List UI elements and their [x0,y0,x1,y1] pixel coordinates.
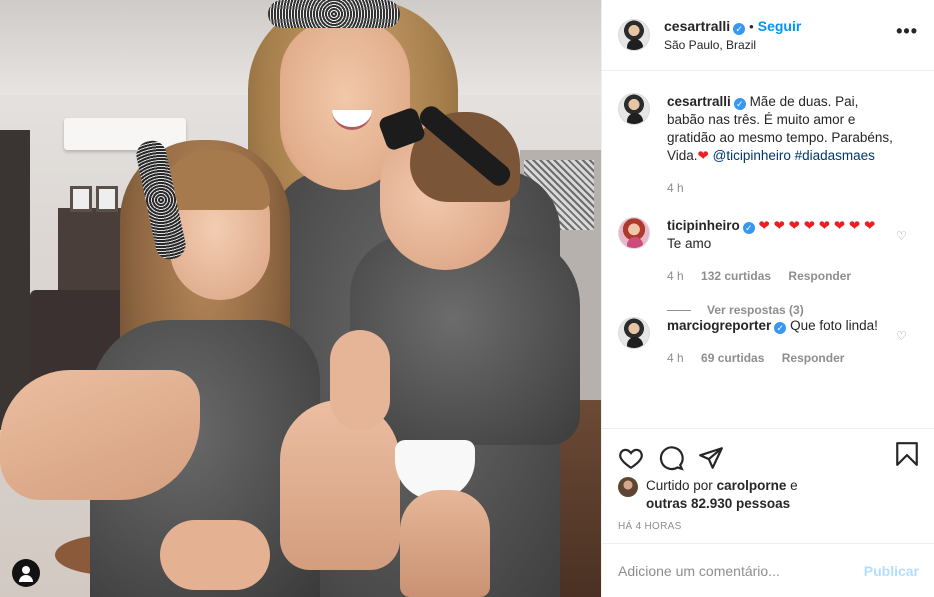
liked-by-prefix: Curtido por [646,478,713,493]
comment-like-heart-icon[interactable]: ♡ [896,229,908,243]
author-username[interactable]: cesartralli [664,18,730,34]
comment-input[interactable] [618,562,864,579]
comment-text: Que foto linda! [790,318,878,333]
caption-username[interactable]: cesartralli [667,94,731,109]
photo-baby-leg [280,400,400,570]
comment-username[interactable]: ticipinheiro [667,218,740,233]
verified-badge-icon: ✓ [733,98,746,110]
author-avatar[interactable] [618,19,650,51]
caption-mention-link[interactable]: @ticipinheiro [713,148,791,163]
photo-frame [96,186,118,212]
comment-likes-count[interactable]: 132 curtidas [701,269,771,283]
publish-button[interactable]: Publicar [864,563,919,579]
follow-button[interactable]: Seguir [758,18,802,34]
photo-baby-arm [330,330,390,430]
view-replies-label: Ver respostas (3) [707,303,804,317]
liked-by-conjunction: e [790,478,798,493]
comment-time[interactable]: 4 h [667,351,684,365]
share-send-icon[interactable] [698,445,724,471]
comment-item: marciogreporter ✓ Que foto linda! 4 h 69 … [618,317,918,367]
verified-badge-icon: ✓ [774,322,787,334]
caption-avatar[interactable] [618,93,650,125]
caption-time[interactable]: 4 h [667,181,684,195]
liker-avatar[interactable] [618,477,638,497]
more-options-icon[interactable]: ••• [896,22,918,40]
photo-air-conditioner [64,118,186,150]
comment-avatar[interactable] [618,217,650,249]
comments-list[interactable]: cesartralli ✓ Mãe de duas. Pai, babão nas… [602,71,934,429]
verified-badge-icon: ✓ [742,222,755,234]
hearts-emoji-icon: ❤ ❤ ❤ ❤ ❤ ❤ ❤ ❤ [758,218,876,233]
post-timestamp[interactable]: HÁ 4 HORAS [602,513,934,532]
post-header: cesartralli ✓ • Seguir São Paulo, Brazil ••… [602,0,934,71]
save-bookmark-icon[interactable] [894,441,920,467]
reply-button[interactable]: Responder [788,269,851,283]
heart-emoji-icon: ❤ [697,148,709,163]
likes-summary: Curtido por carolporne e outras 82.930 p… [602,477,934,513]
photo-girl-hand [160,520,270,590]
photo-baby-leg [400,490,490,597]
view-replies-button[interactable]: Ver respostas (3) [667,303,918,317]
like-heart-icon[interactable] [618,445,644,471]
caption: cesartralli ✓ Mãe de duas. Pai, babão nas… [618,93,918,197]
add-comment-bar: Publicar [602,543,934,597]
comment-likes-count[interactable]: 69 curtidas [701,351,764,365]
comment-bubble-icon[interactable] [658,445,684,471]
post-photo[interactable] [0,0,601,597]
post-sidebar: cesartralli ✓ • Seguir São Paulo, Brazil ••… [601,0,934,597]
comment-item: ticipinheiro ✓ ❤ ❤ ❤ ❤ ❤ ❤ ❤ ❤ Te amo 4 h… [618,217,918,285]
photo-frame [70,186,92,212]
verified-badge-icon: ✓ [733,23,746,35]
comment-text: Te amo [667,236,712,251]
post-location[interactable]: São Paulo, Brazil [664,38,801,52]
photo-girl-arm [0,370,200,500]
user-tag-icon[interactable] [12,559,40,587]
comment-username[interactable]: marciogreporter [667,318,771,333]
comment-time[interactable]: 4 h [667,269,684,283]
replies-line [667,309,691,311]
photo-mother-headband [268,0,400,28]
comment-like-heart-icon[interactable]: ♡ [896,329,908,343]
caption-hashtag-link[interactable]: #diadasmaes [795,148,875,163]
comment-avatar[interactable] [618,317,650,349]
reply-button[interactable]: Responder [782,351,845,365]
separator-dot: • [749,19,754,34]
post-actions [602,429,934,477]
liked-by-user-link[interactable]: carolporne [717,478,787,493]
liked-by-others-link[interactable]: outras 82.930 pessoas [646,496,790,511]
